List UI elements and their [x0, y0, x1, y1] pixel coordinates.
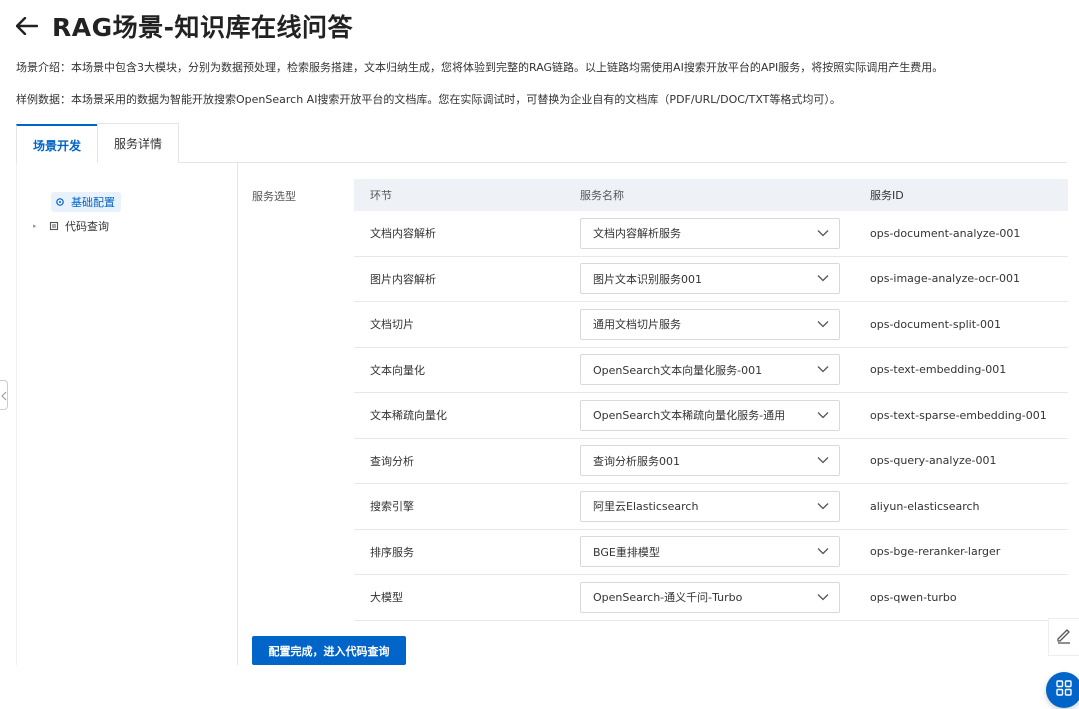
table-row: 文本向量化 OpenSearch文本向量化服务-001 ops-text-emb…: [354, 348, 1068, 393]
table-row: 搜索引擎 阿里云Elasticsearch aliyun-elasticsear…: [354, 484, 1068, 530]
sidebar-item-basic-config[interactable]: 基础配置: [51, 192, 121, 212]
service-select-value: 文档内容解析服务: [593, 227, 681, 241]
pencil-icon: [1055, 626, 1073, 648]
service-select[interactable]: OpenSearch文本稀疏向量化服务-通用: [580, 399, 840, 431]
service-select[interactable]: 图片文本识别服务001: [580, 263, 840, 295]
service-id-cell: ops-document-analyze-001: [870, 226, 1021, 240]
feedback-edit-button[interactable]: [1048, 618, 1079, 656]
stage-cell: 排序服务: [370, 545, 414, 559]
sidebar-item-code-query[interactable]: ▸ 代码查询: [33, 218, 109, 234]
stage-cell: 搜索引擎: [370, 500, 414, 514]
app-grid-button[interactable]: [1046, 672, 1079, 708]
service-select[interactable]: 通用文档切片服务: [580, 308, 840, 340]
service-id-cell: ops-text-sparse-embedding-001: [870, 408, 1047, 422]
stage-cell: 文档内容解析: [370, 227, 436, 241]
service-select[interactable]: OpenSearch-通义千问-Turbo: [580, 581, 840, 613]
table-row: 大模型 OpenSearch-通义千问-Turbo ops-qwen-turbo: [354, 575, 1068, 621]
table-row: 文档切片 通用文档切片服务 ops-document-split-001: [354, 302, 1068, 348]
column-header-service-id: 服务ID: [870, 189, 904, 202]
chevron-down-icon: [817, 363, 829, 376]
service-select[interactable]: 查询分析服务001: [580, 445, 840, 477]
service-select-value: 通用文档切片服务: [593, 318, 681, 332]
table-row: 文本稀疏向量化 OpenSearch文本稀疏向量化服务-通用 ops-text-…: [354, 393, 1068, 439]
table-row: 文档内容解析 文档内容解析服务 ops-document-analyze-001: [354, 211, 1068, 257]
service-id-cell: ops-image-analyze-ocr-001: [870, 272, 1020, 286]
chevron-down-icon: [817, 500, 829, 513]
service-select-value: 阿里云Elasticsearch: [593, 500, 699, 514]
chevron-left-icon: [0, 386, 7, 405]
sample-data-text: 样例数据：本场景采用的数据为智能开放搜索OpenSearch AI搜索开放平台的…: [16, 93, 841, 106]
stage-cell: 文档切片: [370, 318, 414, 332]
service-select[interactable]: 阿里云Elasticsearch: [580, 490, 840, 522]
back-arrow-icon[interactable]: [14, 13, 40, 39]
page-title: RAG场景-知识库在线问答: [52, 13, 353, 42]
service-select-value: OpenSearch文本向量化服务-001: [593, 363, 763, 377]
service-select[interactable]: BGE重排模型: [580, 536, 840, 568]
tab-bar: 场景开发 服务详情: [16, 123, 1067, 164]
tab-service-details[interactable]: 服务详情: [97, 123, 180, 163]
service-selection-label: 服务选型: [252, 190, 296, 203]
grid-icon: [1056, 680, 1072, 700]
service-table: 环节 服务名称 服务ID 文档内容解析 文档内容解析服务 ops-documen…: [354, 179, 1068, 621]
chevron-down-icon: [817, 318, 829, 331]
service-select-value: OpenSearch-通义千问-Turbo: [593, 591, 743, 605]
chevron-down-icon: [817, 591, 829, 604]
scene-intro-text: 场景介绍：本场景中包含3大模块，分别为数据预处理，检索服务搭建，文本归纳生成，您…: [16, 61, 944, 74]
service-id-cell: aliyun-elasticsearch: [870, 499, 980, 513]
service-id-cell: ops-qwen-turbo: [870, 590, 957, 604]
column-header-stage: 环节: [370, 189, 392, 202]
service-id-cell: ops-text-embedding-001: [870, 363, 1007, 377]
stage-cell: 文本向量化: [370, 363, 425, 377]
chevron-down-icon: [817, 545, 829, 558]
chevron-down-icon: [817, 454, 829, 467]
table-row: 图片内容解析 图片文本识别服务001 ops-image-analyze-ocr…: [354, 257, 1068, 302]
caret-right-icon[interactable]: ▸: [33, 222, 43, 230]
page-header: RAG场景-知识库在线问答: [14, 8, 353, 44]
stage-cell: 大模型: [370, 591, 403, 605]
service-select-value: 查询分析服务001: [593, 454, 680, 468]
sidebar-tree: 基础配置 ▸ 代码查询: [16, 163, 238, 665]
table-row: 排序服务 BGE重排模型 ops-bge-reranker-larger: [354, 530, 1068, 575]
tab-scene-development[interactable]: 场景开发: [16, 124, 98, 164]
chevron-down-icon: [817, 409, 829, 422]
chevron-down-icon: [817, 227, 829, 240]
stage-cell: 查询分析: [370, 454, 414, 468]
table-header: 环节 服务名称 服务ID: [354, 179, 1068, 211]
sidebar-item-label: 代码查询: [65, 220, 109, 233]
stage-cell: 图片内容解析: [370, 272, 436, 286]
gear-icon: [55, 197, 65, 207]
service-select-value: OpenSearch文本稀疏向量化服务-通用: [593, 409, 786, 423]
service-select-value: 图片文本识别服务001: [593, 272, 702, 286]
sidebar-item-label: 基础配置: [71, 196, 115, 209]
table-row: 查询分析 查询分析服务001 ops-query-analyze-001: [354, 439, 1068, 484]
sidebar-collapse-handle[interactable]: [0, 380, 8, 410]
service-id-cell: ops-query-analyze-001: [870, 454, 997, 468]
service-id-cell: ops-document-split-001: [870, 317, 1001, 331]
chevron-down-icon: [817, 272, 829, 285]
column-header-service-name: 服务名称: [580, 189, 624, 202]
service-select-value: BGE重排模型: [593, 545, 660, 559]
service-select[interactable]: 文档内容解析服务: [580, 217, 840, 249]
document-icon: [49, 221, 59, 231]
config-complete-button[interactable]: 配置完成，进入代码查询: [252, 636, 406, 665]
stage-cell: 文本稀疏向量化: [370, 409, 447, 423]
service-select[interactable]: OpenSearch文本向量化服务-001: [580, 354, 840, 386]
service-id-cell: ops-bge-reranker-larger: [870, 545, 1001, 559]
